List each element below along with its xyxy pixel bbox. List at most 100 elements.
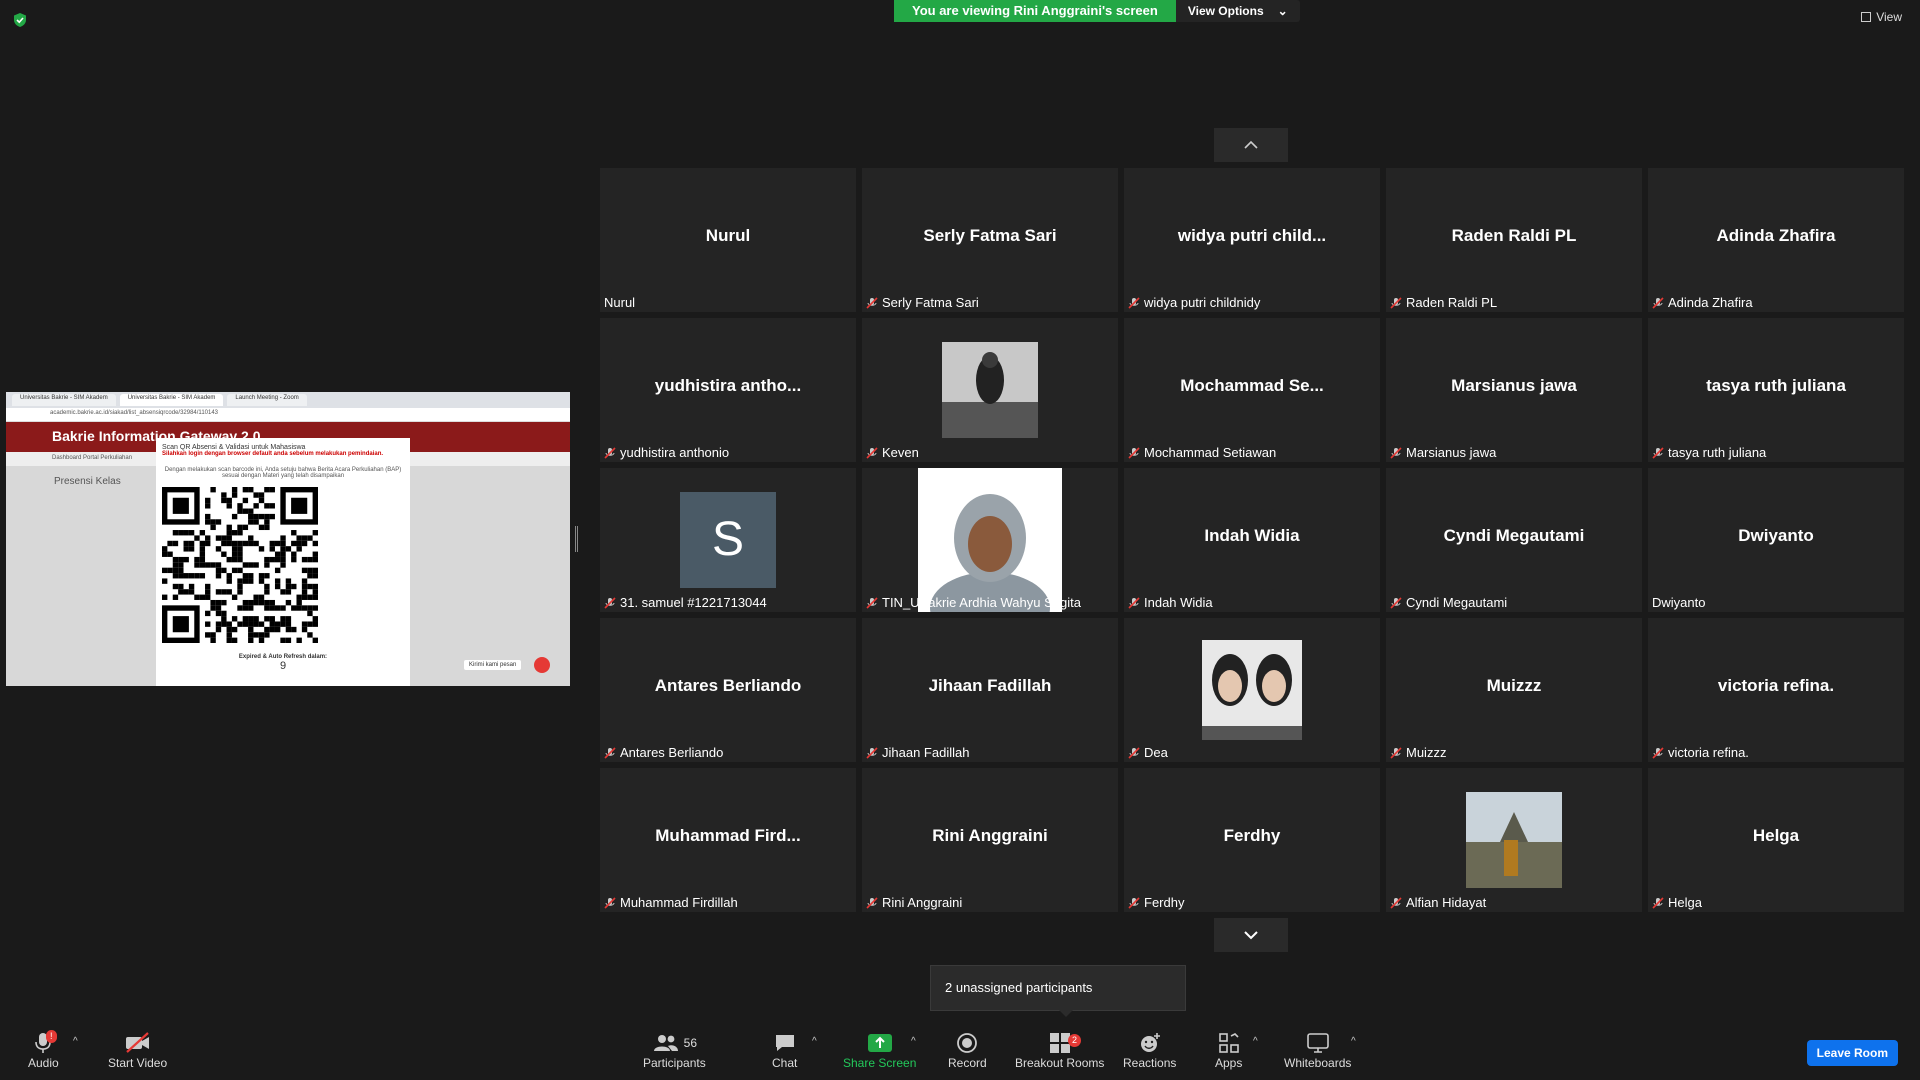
muted-mic-icon (604, 596, 616, 609)
participant-name-label: Rini Anggraini (866, 895, 962, 910)
unassigned-participants-popover[interactable]: 2 unassigned participants (930, 965, 1186, 1017)
participant-photo (942, 342, 1038, 438)
video-off-icon (124, 1030, 152, 1056)
participant-name-label: Muizzz (1390, 745, 1446, 760)
participant-tile[interactable]: widya putri child... widya putri childnid… (1124, 168, 1380, 312)
breakout-rooms-button[interactable]: Breakout Rooms (1015, 1030, 1104, 1070)
leave-room-button[interactable]: Leave Room (1806, 1040, 1898, 1066)
reactions-button[interactable]: Reactions (1123, 1030, 1176, 1070)
muted-mic-icon (1652, 296, 1664, 309)
participant-tile[interactable]: Serly Fatma Sari Serly Fatma Sari (862, 168, 1118, 312)
browser-tab[interactable]: Universitas Bakrie - SIM Akadem (119, 394, 224, 406)
participant-display-name: Dwiyanto (1738, 526, 1814, 545)
participant-name-label: Alfian Hidayat (1390, 895, 1486, 910)
participant-name-label: TIN_UBakrie Ardhia Wahyu Sagita (866, 595, 1081, 610)
participant-tile[interactable]: victoria refina. victoria refina. (1648, 618, 1904, 762)
participant-tile[interactable]: Muizzz Muizzz (1386, 618, 1642, 762)
browser-tab[interactable]: Universitas Bakrie - SIM Akadem (12, 394, 116, 406)
chat-options-caret[interactable]: ^ (812, 1036, 817, 1047)
participant-name: Serly Fatma Sari (882, 295, 979, 310)
shield-icon[interactable] (12, 12, 28, 28)
participant-name-label: 31. samuel #1221713044 (604, 595, 767, 610)
participant-tile[interactable]: Dwiyanto Dwiyanto (1648, 468, 1904, 612)
participant-tile[interactable]: S 31. samuel #1221713044 (600, 468, 856, 612)
participant-tile[interactable]: Cyndi Megautami Cyndi Megautami (1386, 468, 1642, 612)
participant-name-label: Indah Widia (1128, 595, 1213, 610)
chat-button[interactable]: Chat (772, 1030, 797, 1070)
participant-name: Alfian Hidayat (1406, 895, 1487, 910)
participant-tile[interactable]: Adinda Zhafira Adinda Zhafira (1648, 168, 1904, 312)
muted-mic-icon (1652, 896, 1664, 909)
apps-options-caret[interactable]: ^ (1253, 1036, 1258, 1047)
participant-tile[interactable]: TIN_UBakrie Ardhia Wahyu Sagita (862, 468, 1118, 612)
audio-warning-badge: ! (46, 1030, 57, 1043)
participant-name-label: Raden Raldi PL (1390, 295, 1497, 310)
record-label: Record (948, 1056, 987, 1070)
participant-name: victoria refina. (1668, 745, 1749, 760)
participant-tile[interactable]: tasya ruth juliana tasya ruth juliana (1648, 318, 1904, 462)
whiteboard-icon (1306, 1030, 1330, 1056)
muted-mic-icon (1652, 446, 1664, 459)
participant-name-label: tasya ruth juliana (1652, 445, 1766, 460)
screen-share-banner: You are viewing Rini Anggraini's screen … (894, 0, 1300, 22)
muted-mic-icon (604, 446, 616, 459)
gallery-up-button[interactable] (1214, 128, 1288, 162)
participant-name: Dwiyanto (1652, 595, 1706, 610)
muted-mic-icon (1128, 446, 1140, 459)
participant-tile[interactable]: Dea (1124, 618, 1380, 762)
record-button[interactable]: Record (948, 1030, 987, 1070)
shared-screen[interactable]: Universitas Bakrie - SIM Akadem Universi… (6, 392, 570, 686)
view-button[interactable]: View (1861, 10, 1902, 24)
participant-display-name: Raden Raldi PL (1451, 226, 1577, 245)
resize-handle[interactable] (575, 526, 578, 552)
participant-name-label: victoria refina. (1652, 745, 1749, 760)
chat-launcher-icon[interactable] (534, 657, 550, 673)
participant-tile[interactable]: Muhammad Fird... Muhammad Firdillah (600, 768, 856, 912)
participant-tile[interactable]: Raden Raldi PL Raden Raldi PL (1386, 168, 1642, 312)
participant-name-label: Cyndi Megautami (1390, 595, 1507, 610)
share-screen-button[interactable]: Share Screen (843, 1030, 916, 1070)
browser-address-bar[interactable]: academic.bakrie.ac.id/siakad/list_absens… (6, 408, 570, 422)
participant-name: Marsianus jawa (1406, 445, 1497, 460)
participant-tile[interactable]: Mochammad Se... Mochammad Setiawan (1124, 318, 1380, 462)
browser-tab[interactable]: Launch Meeting - Zoom (227, 394, 307, 406)
participant-tile[interactable]: Ferdhy Ferdhy (1124, 768, 1380, 912)
participant-display-name: tasya ruth juliana (1706, 376, 1846, 395)
muted-mic-icon (604, 746, 616, 759)
viewing-screen-label: You are viewing Rini Anggraini's screen (894, 0, 1176, 22)
share-options-caret[interactable]: ^ (911, 1036, 916, 1047)
participant-tile[interactable]: Antares Berliando Antares Berliando (600, 618, 856, 762)
participant-tile[interactable]: Jihaan Fadillah Jihaan Fadillah (862, 618, 1118, 762)
whiteboards-options-caret[interactable]: ^ (1351, 1036, 1356, 1047)
participant-name: Raden Raldi PL (1406, 295, 1498, 310)
muted-mic-icon (1390, 596, 1402, 609)
view-options-button[interactable]: View Options ⌄ (1175, 0, 1300, 22)
apps-button[interactable]: Apps (1215, 1030, 1242, 1070)
participant-tile[interactable]: Nurul Nurul (600, 168, 856, 312)
start-video-button[interactable]: Start Video (108, 1030, 167, 1070)
participant-name: Ferdhy (1144, 895, 1185, 910)
participant-name: Dea (1144, 745, 1168, 760)
participant-name: Mochammad Setiawan (1144, 445, 1277, 460)
participant-tile[interactable]: Helga Helga (1648, 768, 1904, 912)
participant-tile[interactable]: Marsianus jawa Marsianus jawa (1386, 318, 1642, 462)
chat-bubble[interactable]: Kirimi kami pesan (464, 660, 522, 670)
participant-display-name: Nurul (705, 226, 751, 245)
participant-tile[interactable]: Indah Widia Indah Widia (1124, 468, 1380, 612)
breakout-rooms-icon (1049, 1030, 1071, 1056)
participants-count: 56 (683, 1036, 698, 1050)
participant-name-label: Keven (866, 445, 919, 460)
audio-options-caret[interactable]: ^ (73, 1036, 78, 1047)
participants-button[interactable]: 56 Participants (643, 1030, 706, 1070)
participant-tile[interactable]: yudhistira antho... yudhistira anthonio (600, 318, 856, 462)
gallery-down-button[interactable] (1214, 918, 1288, 952)
muted-mic-icon (866, 896, 878, 909)
participant-tile[interactable]: Rini Anggraini Rini Anggraini (862, 768, 1118, 912)
participant-display-name: Mochammad Se... (1180, 376, 1324, 395)
participant-display-name: widya putri child... (1177, 226, 1327, 245)
participant-display-name: Adinda Zhafira (1716, 226, 1836, 245)
whiteboards-button[interactable]: Whiteboards (1284, 1030, 1351, 1070)
participant-tile[interactable]: Alfian Hidayat (1386, 768, 1642, 912)
participant-tile[interactable]: Keven (862, 318, 1118, 462)
browser-tab-strip: Universitas Bakrie - SIM Akadem Universi… (6, 392, 570, 408)
